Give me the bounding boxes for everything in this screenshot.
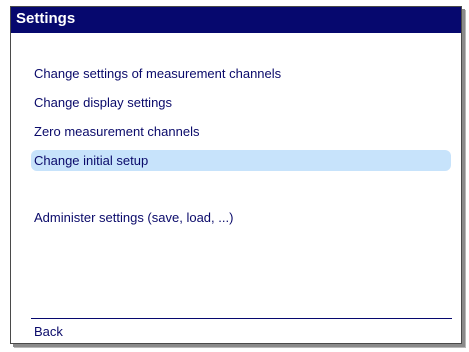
menu-item-display-settings[interactable]: Change display settings	[31, 92, 451, 113]
window-title: Settings	[16, 10, 76, 27]
menu-item-administer-settings[interactable]: Administer settings (save, load, ...)	[31, 207, 451, 228]
footer-divider	[31, 318, 452, 319]
title-bar: Settings	[11, 7, 461, 33]
settings-window: Settings Change settings of measurement …	[10, 6, 462, 344]
menu-item-initial-setup[interactable]: Change initial setup	[31, 150, 451, 171]
menu-item-measurement-channels[interactable]: Change settings of measurement channels	[31, 63, 451, 84]
back-button[interactable]: Back	[34, 323, 63, 341]
menu-item-zero-channels[interactable]: Zero measurement channels	[31, 121, 451, 142]
